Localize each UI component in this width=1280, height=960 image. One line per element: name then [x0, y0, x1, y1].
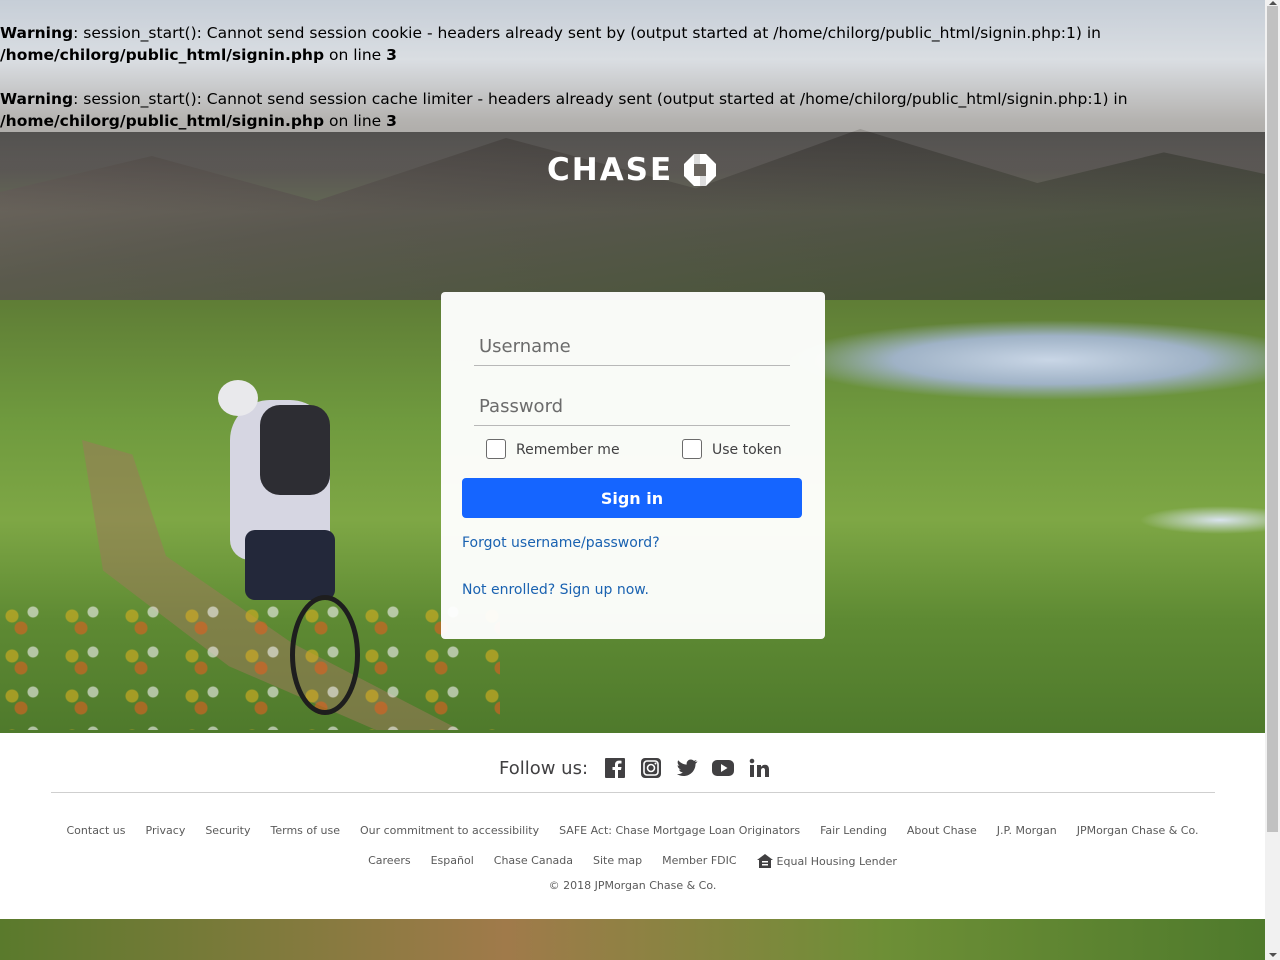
footer-link-jpmorgan-chase[interactable]: JPMorgan Chase & Co. — [1077, 824, 1199, 837]
rider-shorts — [245, 530, 335, 600]
password-input[interactable] — [474, 388, 790, 426]
rider-helmet — [218, 380, 258, 416]
scroll-down-arrow-icon[interactable] — [1269, 953, 1277, 957]
scrollbar-thumb[interactable] — [1267, 6, 1278, 832]
background-strip — [0, 919, 1265, 960]
footer-link-chase-canada[interactable]: Chase Canada — [494, 854, 573, 868]
footer-divider — [51, 792, 1215, 793]
username-input[interactable] — [474, 328, 790, 366]
warning-2-line-2: /home/chilorg/public_html/signin.php on … — [0, 110, 397, 132]
mountain-biker-image — [200, 380, 370, 715]
footer-link-accessibility[interactable]: Our commitment to accessibility — [360, 824, 539, 837]
sign-in-button[interactable]: Sign in — [462, 478, 802, 518]
footer-link-terms[interactable]: Terms of use — [271, 824, 340, 837]
warning-on-line: on line — [324, 112, 387, 130]
warning-path: /home/chilorg/public_html/signin.php — [0, 112, 325, 130]
warning-2-line-1: Warning: session_start(): Cannot send se… — [0, 88, 1128, 110]
warning-on-line: on line — [324, 46, 387, 64]
follow-us-label: Follow us: — [499, 757, 589, 779]
login-card: Remember me Use token Sign in Forgot use… — [441, 292, 825, 639]
footer-link-espanol[interactable]: Español — [431, 854, 474, 868]
enroll-link[interactable]: Not enrolled? Sign up now. — [462, 582, 649, 598]
vertical-scrollbar[interactable] — [1265, 0, 1280, 960]
warning-1-line-2: /home/chilorg/public_html/signin.php on … — [0, 44, 397, 66]
chase-octagon-icon — [684, 154, 717, 186]
use-token-label[interactable]: Use token — [712, 442, 782, 458]
brand-name: CHASE — [547, 152, 674, 188]
footer-link-privacy[interactable]: Privacy — [146, 824, 186, 837]
footer-links-row-1: Contact us Privacy Security Terms of use… — [0, 824, 1265, 837]
youtube-icon[interactable] — [712, 757, 735, 779]
instagram-icon[interactable] — [640, 757, 662, 779]
warning-message: : session_start(): Cannot send session c… — [73, 24, 1101, 42]
footer-link-fair-lending[interactable]: Fair Lending — [820, 824, 887, 837]
footer-links-row-2: Careers Español Chase Canada Site map Me… — [0, 854, 1265, 868]
chase-logo[interactable]: CHASE — [547, 152, 717, 188]
copyright: © 2018 JPMorgan Chase & Co. — [548, 879, 717, 892]
remember-me-label[interactable]: Remember me — [516, 442, 620, 458]
twitter-icon[interactable] — [676, 757, 698, 779]
scroll-up-arrow-icon[interactable] — [1269, 1, 1277, 5]
linkedin-icon[interactable] — [748, 757, 770, 779]
warning-path: /home/chilorg/public_html/signin.php — [0, 46, 325, 64]
footer-link-security[interactable]: Security — [205, 824, 250, 837]
php-warning-block: Warning: session_start(): Cannot send se… — [0, 0, 1265, 132]
forgot-credentials-link[interactable]: Forgot username/password? — [462, 535, 660, 551]
footer-link-contact[interactable]: Contact us — [67, 824, 126, 837]
warning-label: Warning — [0, 24, 74, 42]
footer-link-about[interactable]: About Chase — [907, 824, 977, 837]
footer-link-equal-housing[interactable]: Equal Housing Lender — [756, 854, 897, 868]
footer: Follow us: Contact us Privacy Security T — [0, 733, 1265, 919]
equal-housing-label: Equal Housing Lender — [776, 854, 897, 868]
footer-link-member-fdic[interactable]: Member FDIC — [662, 854, 736, 868]
equal-housing-icon — [756, 854, 773, 868]
use-token-checkbox[interactable] — [682, 439, 702, 459]
remember-me-checkbox[interactable] — [486, 439, 506, 459]
warning-line-number: 3 — [386, 112, 397, 130]
warning-1-line-1: Warning: session_start(): Cannot send se… — [0, 22, 1101, 44]
footer-link-jp-morgan[interactable]: J.P. Morgan — [997, 824, 1057, 837]
rider-backpack — [260, 405, 330, 495]
warning-line-number: 3 — [386, 46, 397, 64]
warning-label: Warning — [0, 90, 74, 108]
facebook-icon[interactable] — [604, 757, 626, 779]
warning-message: : session_start(): Cannot send session c… — [73, 90, 1128, 108]
follow-us-bar: Follow us: — [499, 757, 770, 779]
bike-wheel — [290, 595, 360, 715]
footer-link-site-map[interactable]: Site map — [593, 854, 642, 868]
footer-link-safe-act[interactable]: SAFE Act: Chase Mortgage Loan Originator… — [559, 824, 800, 837]
footer-link-careers[interactable]: Careers — [368, 854, 411, 868]
